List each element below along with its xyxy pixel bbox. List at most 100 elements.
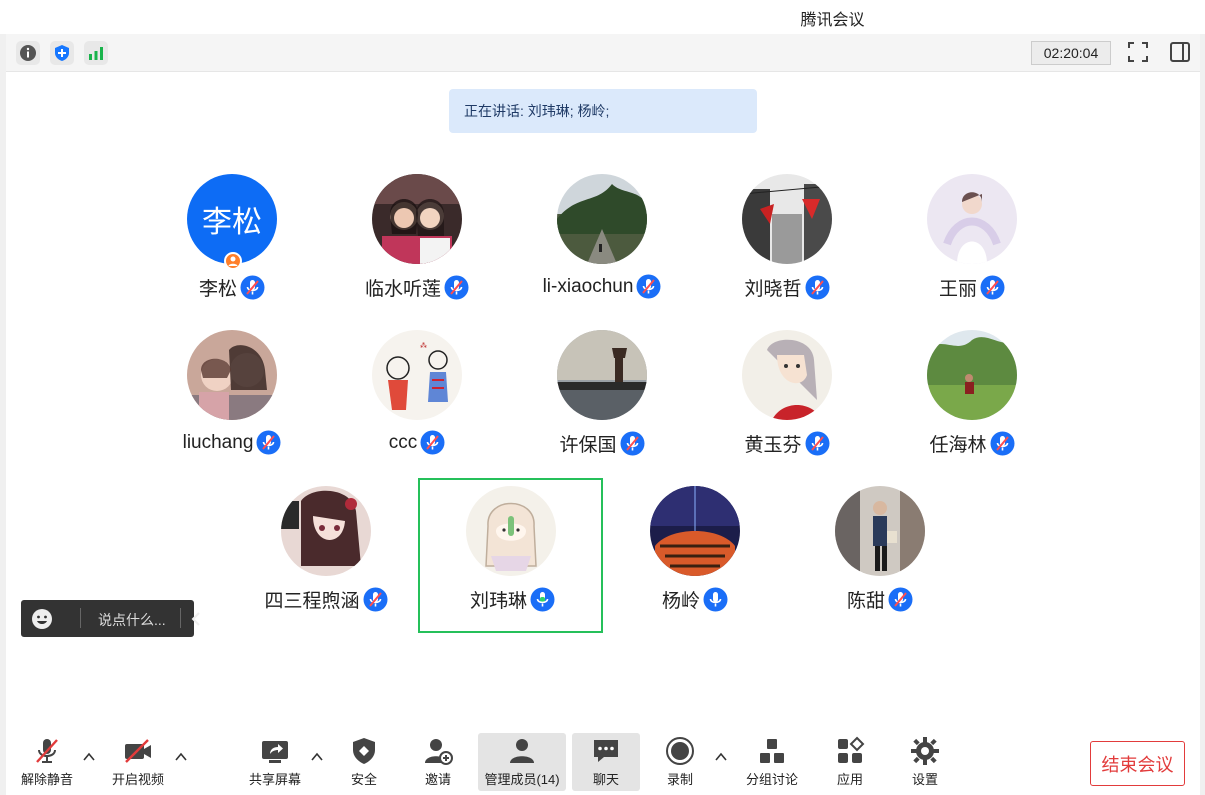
participant-tile-speaking[interactable]: 刘玮琳	[418, 478, 603, 633]
participant-name-row: 刘玮琳	[422, 586, 603, 613]
participant-name: ccc	[388, 431, 418, 453]
participant-name-row: 临水听莲	[327, 274, 507, 301]
invite-label: 邀请	[424, 772, 451, 787]
record-button[interactable]: 录制	[658, 733, 702, 791]
invite-button[interactable]: 邀请	[416, 733, 460, 791]
avatar	[927, 330, 1017, 420]
host-icon	[224, 252, 242, 270]
chat-input[interactable]: 说点什么...	[98, 610, 166, 630]
signal-icon[interactable]	[84, 41, 108, 65]
participant-name: 王丽	[938, 279, 977, 300]
participant-name: 许保国	[559, 435, 617, 456]
participant-name: 临水听莲	[364, 279, 441, 300]
manage-members-button[interactable]: 管理成员(14)	[478, 733, 566, 791]
window-title: 腾讯会议	[800, 12, 865, 29]
breakout-button[interactable]: 分组讨论	[738, 733, 806, 791]
participant-name: 陈甜	[846, 591, 885, 612]
participant-tile[interactable]: 王丽	[882, 174, 1062, 324]
chat-label: 聊天	[592, 772, 619, 787]
members-icon	[510, 739, 534, 763]
gear-icon	[911, 737, 939, 765]
start-video-button[interactable]: 开启视频	[106, 733, 170, 791]
divider	[180, 608, 181, 628]
mic-muted-icon	[256, 430, 281, 455]
avatar	[835, 486, 925, 576]
chat-button[interactable]: 聊天	[572, 733, 640, 791]
chevron-up-icon[interactable]	[310, 750, 324, 764]
participant-name-row: 陈甜	[790, 586, 970, 613]
mic-muted-icon	[805, 275, 829, 300]
participant-tile[interactable]: 刘晓哲	[697, 174, 877, 324]
add-user-icon	[425, 739, 453, 765]
participant-tile[interactable]: 任海林	[882, 330, 1062, 480]
sidebar-toggle-icon[interactable]	[1168, 40, 1192, 64]
settings-label: 设置	[911, 772, 938, 787]
mic-speaking-icon	[530, 587, 555, 612]
chevron-up-icon[interactable]	[82, 750, 96, 764]
chat-icon	[594, 740, 618, 762]
avatar: 李松	[187, 174, 277, 264]
breakout-rooms-icon	[760, 739, 784, 763]
participant-name-row: 李松	[142, 274, 322, 301]
speaking-banner: 正在讲话: 刘玮琳; 杨岭;	[449, 89, 757, 133]
mic-muted-icon	[888, 587, 913, 612]
participant-tile[interactable]: 杨岭	[605, 486, 785, 636]
avatar	[742, 174, 832, 264]
avatar	[557, 174, 647, 264]
video-off-icon	[125, 739, 151, 763]
record-icon	[666, 737, 694, 765]
shield-icon[interactable]	[50, 41, 74, 65]
end-meeting-button[interactable]: 结束会议	[1090, 741, 1185, 786]
participant-tile[interactable]: 临水听莲	[327, 174, 507, 324]
mic-muted-icon	[240, 275, 265, 300]
participant-name: 刘玮琳	[469, 591, 527, 612]
mic-muted-icon	[990, 431, 1014, 456]
title-bar: 腾讯会议	[0, 0, 1205, 34]
participant-tile[interactable]: ⁂ ccc	[327, 330, 507, 480]
chevron-up-icon[interactable]	[174, 750, 188, 764]
chevron-up-icon[interactable]	[714, 750, 728, 764]
participant-name-row: 杨岭	[605, 586, 785, 613]
participant-name: liuchang	[182, 431, 254, 453]
participant-tile[interactable]: liuchang	[142, 330, 322, 480]
avatar	[650, 486, 740, 576]
meeting-window: 腾讯会议 02:20:04 正在讲话: 刘玮琳; 杨岭; 李松 李松 临水听莲 …	[0, 0, 1205, 795]
breakout-label: 分组讨论	[745, 772, 798, 787]
settings-button[interactable]: 设置	[903, 733, 947, 791]
mic-muted-icon	[363, 587, 387, 612]
chevron-left-icon[interactable]	[187, 609, 207, 629]
mic-muted-icon	[805, 431, 829, 456]
participant-name-row: 四三程煦涵	[236, 586, 416, 613]
mic-muted-icon	[980, 275, 1005, 300]
participant-name-row: 王丽	[882, 274, 1062, 301]
svg-text:⁂: ⁂	[420, 342, 427, 350]
participant-tile[interactable]: 四三程煦涵	[236, 486, 416, 636]
participant-name-row: 黄玉芬	[697, 430, 877, 457]
apps-icon	[838, 736, 865, 763]
avatar	[927, 174, 1017, 264]
participant-tile[interactable]: 许保国	[512, 330, 692, 480]
share-screen-icon	[262, 741, 288, 763]
info-icon[interactable]	[16, 41, 40, 65]
emoji-icon[interactable]	[31, 608, 53, 630]
avatar	[187, 330, 277, 420]
mic-muted-icon	[620, 431, 644, 456]
share-screen-button[interactable]: 共享屏幕	[244, 733, 306, 791]
apps-label: 应用	[836, 772, 863, 787]
unmute-button[interactable]: 解除静音	[16, 733, 78, 791]
mic-muted-icon	[444, 275, 469, 300]
security-button[interactable]: 安全	[342, 733, 386, 791]
mic-muted-icon	[636, 274, 661, 299]
participant-name: 杨岭	[661, 591, 700, 612]
quick-chat-bar[interactable]: 说点什么...	[21, 600, 200, 637]
participant-tile[interactable]: 陈甜	[790, 486, 970, 636]
avatar: ⁂	[372, 330, 462, 420]
avatar	[742, 330, 832, 420]
apps-button[interactable]: 应用	[828, 733, 872, 791]
participant-name-row: 任海林	[882, 430, 1062, 457]
fullscreen-icon[interactable]	[1126, 40, 1150, 64]
participant-tile[interactable]: 黄玉芬	[697, 330, 877, 480]
participant-tile[interactable]: 李松 李松	[142, 174, 322, 324]
participant-tile[interactable]: li-xiaochun	[512, 174, 692, 324]
avatar	[281, 486, 371, 576]
